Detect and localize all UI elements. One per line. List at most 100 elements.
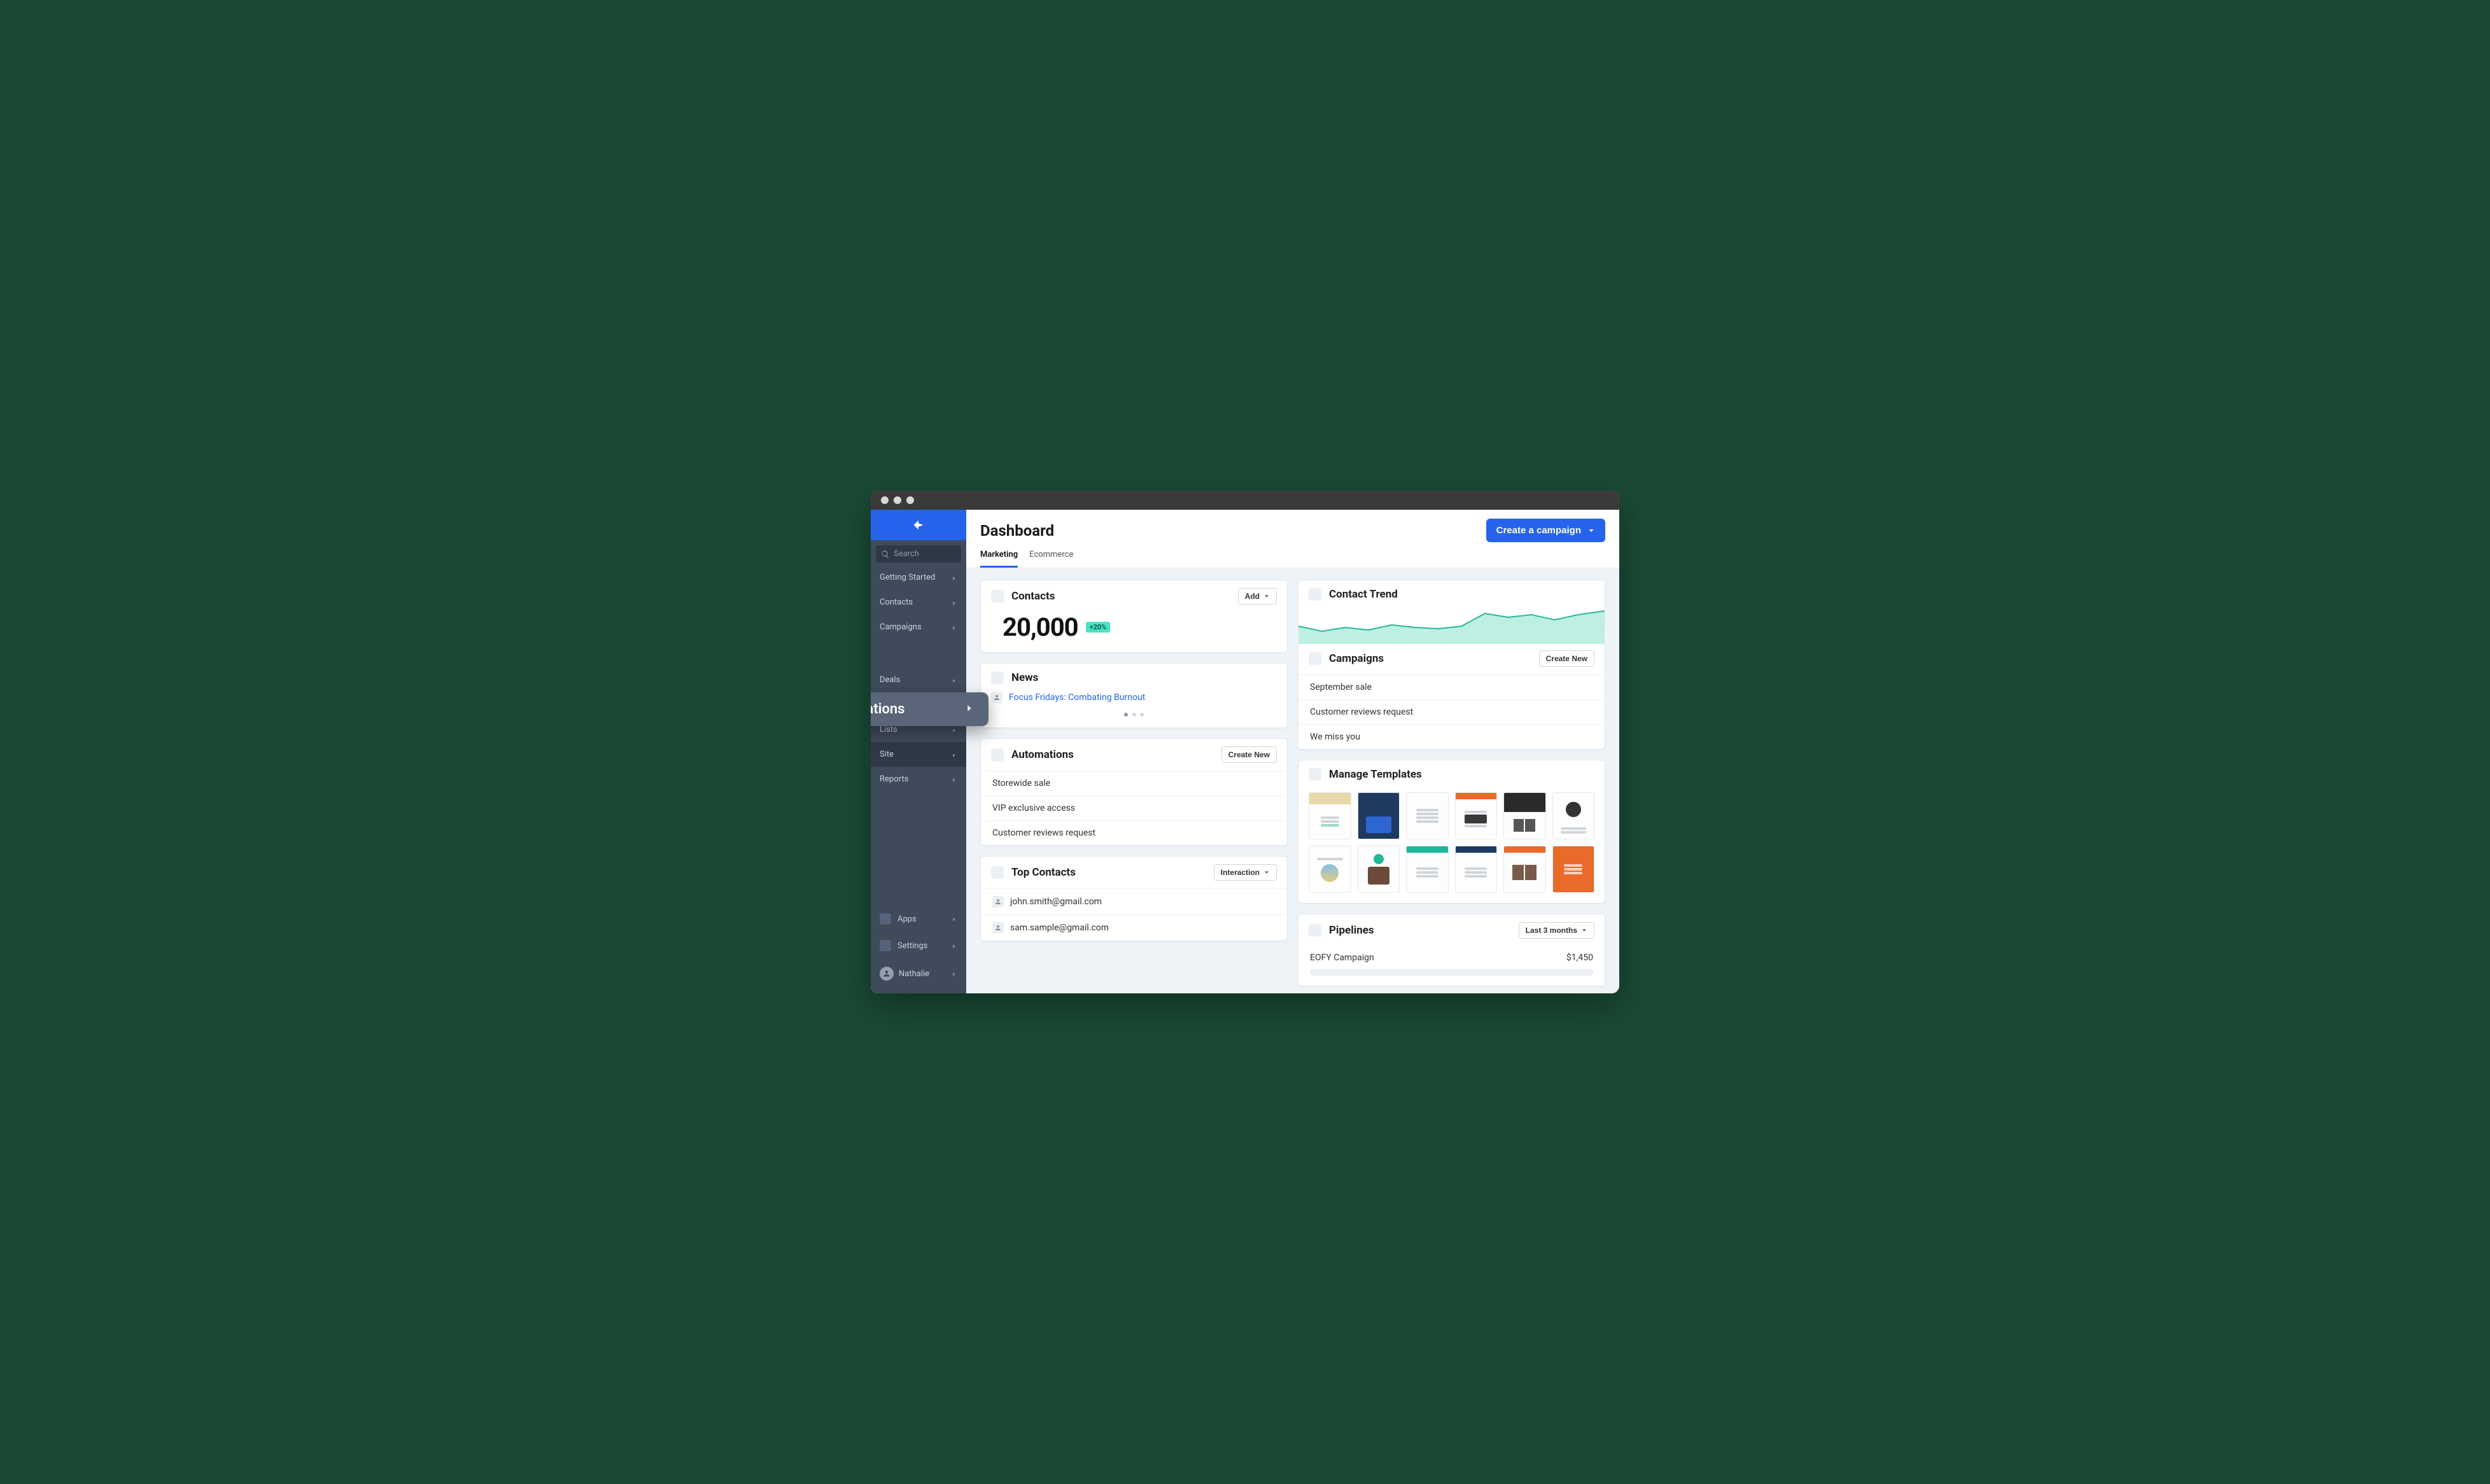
pipeline-name: EOFY Campaign xyxy=(1310,953,1374,963)
sidebar-highlight-label: Automations xyxy=(871,701,905,717)
template-thumbnail[interactable] xyxy=(1503,846,1546,893)
template-thumbnail[interactable] xyxy=(1503,792,1546,839)
sidebar-item-user[interactable]: Nathalie xyxy=(871,959,966,988)
page-title: Dashboard xyxy=(980,522,1054,540)
sidebar-item-campaigns[interactable]: Campaigns xyxy=(871,615,966,640)
sidebar-bottom: Apps Settings Nathalie xyxy=(871,906,966,993)
chevron-right-icon xyxy=(951,970,957,977)
dashboard-content: Contacts Add 20,000 +20% xyxy=(966,568,1619,993)
gear-icon xyxy=(880,940,891,951)
template-thumbnail[interactable] xyxy=(1552,846,1595,893)
tab-marketing[interactable]: Marketing xyxy=(980,550,1018,568)
person-icon xyxy=(991,692,1002,703)
avatar xyxy=(880,967,894,981)
list-item[interactable]: Customer reviews request xyxy=(1298,699,1605,724)
window-min-dot[interactable] xyxy=(894,496,901,504)
template-thumbnail[interactable] xyxy=(1552,792,1595,839)
sidebar-item-contacts[interactable]: Contacts xyxy=(871,590,966,615)
chevron-right-icon xyxy=(951,916,957,922)
card-icon-placeholder xyxy=(1309,768,1321,781)
card-icon-placeholder xyxy=(1309,588,1321,601)
card-title: Contact Trend xyxy=(1329,588,1594,601)
window-titlebar xyxy=(871,491,1619,510)
sidebar-search[interactable]: Search xyxy=(876,545,961,563)
template-thumbnail[interactable] xyxy=(1455,792,1498,839)
list-item[interactable]: We miss you xyxy=(1298,724,1605,749)
trend-chart xyxy=(1298,599,1605,631)
card-icon-placeholder xyxy=(1309,652,1321,665)
app-logo[interactable] xyxy=(871,510,966,540)
tab-ecommerce[interactable]: Ecommerce xyxy=(1029,550,1073,568)
pipelines-filter-button[interactable]: Last 3 months xyxy=(1519,922,1594,939)
list-item[interactable]: VIP exclusive access xyxy=(981,795,1287,820)
card-icon-placeholder xyxy=(991,748,1004,761)
news-carousel-dots[interactable] xyxy=(991,710,1277,718)
template-thumbnail[interactable] xyxy=(1358,846,1400,893)
card-icon-placeholder xyxy=(1309,924,1321,937)
sidebar-item-getting-started[interactable]: Getting Started xyxy=(871,565,966,590)
template-thumbnail[interactable] xyxy=(1309,792,1351,839)
right-column: Contact Trend Campaigns xyxy=(1298,580,1605,986)
chevron-right-icon xyxy=(951,677,957,683)
left-column: Contacts Add 20,000 +20% xyxy=(980,580,1288,986)
sidebar-highlight-automations[interactable]: Automations xyxy=(871,692,988,726)
card-icon-placeholder xyxy=(991,671,1004,684)
chevron-right-icon xyxy=(964,701,974,717)
pipelines-card: Pipelines Last 3 months EOFY Campaign $1… xyxy=(1298,914,1605,986)
search-icon xyxy=(881,550,890,559)
list-item[interactable]: john.smith@gmail.com xyxy=(981,888,1287,914)
sidebar-item-site[interactable]: Site xyxy=(871,742,966,767)
sidebar-nav: Getting Started Contacts Campaigns Deals… xyxy=(871,565,966,906)
apps-icon xyxy=(880,913,891,925)
card-title: Top Contacts xyxy=(1011,866,1206,879)
header-tabs: Marketing Ecommerce xyxy=(980,550,1605,568)
sort-interaction-button[interactable]: Interaction xyxy=(1214,864,1277,881)
template-thumbnail[interactable] xyxy=(1406,846,1449,893)
template-thumbnail[interactable] xyxy=(1455,846,1498,893)
news-headline-link[interactable]: Focus Fridays: Combating Burnout xyxy=(1009,692,1145,703)
sidebar: Search Getting Started Contacts Campaign… xyxy=(871,510,966,993)
page-header: Dashboard Create a campaign Marketing Ec… xyxy=(966,510,1619,568)
card-title: Pipelines xyxy=(1329,924,1511,937)
main-area: Dashboard Create a campaign Marketing Ec… xyxy=(966,510,1619,993)
person-icon xyxy=(992,922,1004,934)
create-campaign-button[interactable]: Create a campaign xyxy=(1486,519,1605,542)
list-item[interactable]: Storewide sale xyxy=(981,771,1287,795)
pipeline-row[interactable]: EOFY Campaign $1,450 xyxy=(1298,946,1605,965)
contacts-card: Contacts Add 20,000 +20% xyxy=(980,580,1288,653)
automations-card: Automations Create New Storewide sale VI… xyxy=(980,738,1288,846)
search-placeholder: Search xyxy=(894,549,919,559)
chevron-down-icon xyxy=(1587,527,1595,535)
sidebar-item-automations-placeholder xyxy=(871,640,966,668)
contacts-delta-badge: +20% xyxy=(1086,622,1111,633)
add-contact-button[interactable]: Add xyxy=(1238,588,1277,605)
sidebar-item-deals[interactable]: Deals xyxy=(871,668,966,692)
chevron-right-icon xyxy=(951,624,957,631)
create-campaign-card-button[interactable]: Create New xyxy=(1539,650,1594,667)
sidebar-item-apps[interactable]: Apps xyxy=(871,906,966,932)
top-contacts-card: Top Contacts Interaction john.smith@gmai… xyxy=(980,856,1288,941)
contacts-count: 20,000 xyxy=(1002,612,1078,642)
chevron-right-icon xyxy=(951,575,957,581)
create-automation-button[interactable]: Create New xyxy=(1221,746,1277,763)
sidebar-item-reports[interactable]: Reports xyxy=(871,767,966,792)
card-title: News xyxy=(1011,671,1277,684)
sidebar-item-settings[interactable]: Settings xyxy=(871,932,966,959)
campaigns-card: Campaigns Create New September sale Cust… xyxy=(1298,642,1605,750)
template-thumbnail[interactable] xyxy=(1358,792,1400,839)
card-title: Campaigns xyxy=(1329,652,1531,665)
list-item[interactable]: September sale xyxy=(1298,675,1605,699)
list-item[interactable]: sam.sample@gmail.com xyxy=(981,914,1287,941)
chevron-down-icon xyxy=(1263,869,1270,876)
window-max-dot[interactable] xyxy=(906,496,914,504)
chevron-right-icon xyxy=(951,752,957,758)
chevron-right-icon xyxy=(951,727,957,733)
card-title: Manage Templates xyxy=(1329,768,1594,781)
window-close-dot[interactable] xyxy=(881,496,889,504)
list-item[interactable]: Customer reviews request xyxy=(981,820,1287,845)
template-thumbnail[interactable] xyxy=(1309,846,1351,893)
card-title: Contacts xyxy=(1011,590,1230,603)
templates-grid xyxy=(1298,788,1605,903)
contact-trend-card: Contact Trend xyxy=(1298,580,1605,632)
template-thumbnail[interactable] xyxy=(1406,792,1449,839)
